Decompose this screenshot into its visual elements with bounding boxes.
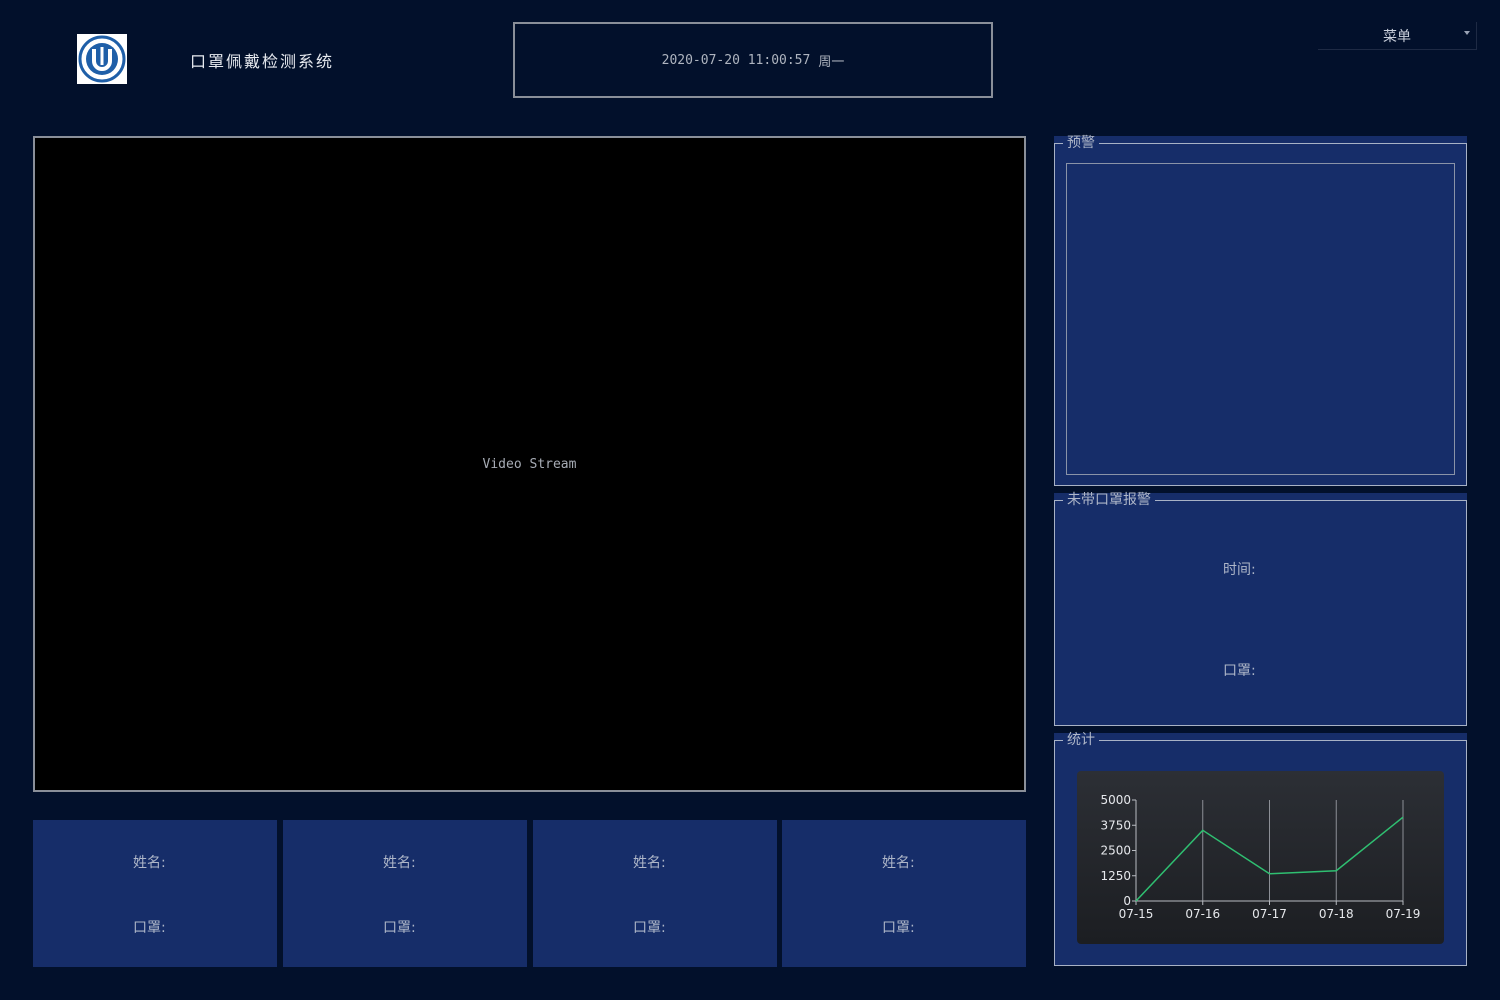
app-title: 口罩佩戴检测系统: [190, 52, 335, 71]
chart-x-tick-label: 07-16: [1185, 907, 1220, 921]
name-label: 姓名:: [383, 855, 416, 871]
chart-x-tick-label: 07-18: [1319, 907, 1354, 921]
stats-panel-title: 统计: [1063, 733, 1099, 747]
name-label: 姓名:: [133, 855, 166, 871]
mask-label: 口罩:: [882, 920, 915, 936]
chart-y-tick-label: 0: [1123, 894, 1131, 908]
warning-panel-title: 预警: [1063, 136, 1099, 150]
no-mask-alarm-frame: 未带口罩报警: [1054, 493, 1467, 726]
chart-y-tick-label: 1250: [1100, 869, 1131, 883]
video-stream-view: Video Stream: [33, 136, 1026, 792]
mask-label: 口罩:: [133, 920, 166, 936]
datetime-display: 2020-07-20 11:00:57 周一: [513, 22, 993, 98]
chart-x-tick-label: 07-15: [1119, 907, 1154, 921]
person-card: 姓名: 口罩:: [283, 820, 527, 967]
chart-y-tick-label: 5000: [1100, 793, 1131, 807]
chart-y-tick-label: 2500: [1100, 844, 1131, 858]
datetime-text: 2020-07-20 11:00:57: [661, 52, 811, 68]
menu-dropdown[interactable]: 菜单: [1318, 22, 1477, 50]
no-mask-alarm-title: 未带口罩报警: [1063, 493, 1155, 507]
chevron-down-icon[interactable]: [1464, 31, 1470, 35]
person-card: 姓名: 口罩:: [533, 820, 777, 967]
chart-x-tick-label: 07-17: [1252, 907, 1287, 921]
name-label: 姓名:: [882, 855, 915, 871]
menu-label: 菜单: [1383, 28, 1411, 45]
weekday-text: 周一: [818, 54, 845, 70]
warning-image-area: [1066, 163, 1455, 475]
video-placeholder-text: Video Stream: [482, 456, 577, 472]
mask-label: 口罩:: [383, 920, 416, 936]
stats-line-chart: 0 1250 2500 3750 5000 07-15 07-16 07-17 07-18 07-…: [1100, 793, 1421, 921]
person-card: 姓名: 口罩:: [33, 820, 277, 967]
name-label: 姓名:: [633, 855, 666, 871]
mask-label: 口罩:: [633, 920, 666, 936]
alarm-time-label: 时间:: [1223, 562, 1256, 578]
alarm-mask-label: 口罩:: [1223, 663, 1256, 679]
chart-y-tick-label: 3750: [1100, 818, 1131, 832]
chart-x-tick-label: 07-19: [1386, 907, 1421, 921]
person-card: 姓名: 口罩:: [782, 820, 1026, 967]
university-logo: [77, 34, 127, 84]
